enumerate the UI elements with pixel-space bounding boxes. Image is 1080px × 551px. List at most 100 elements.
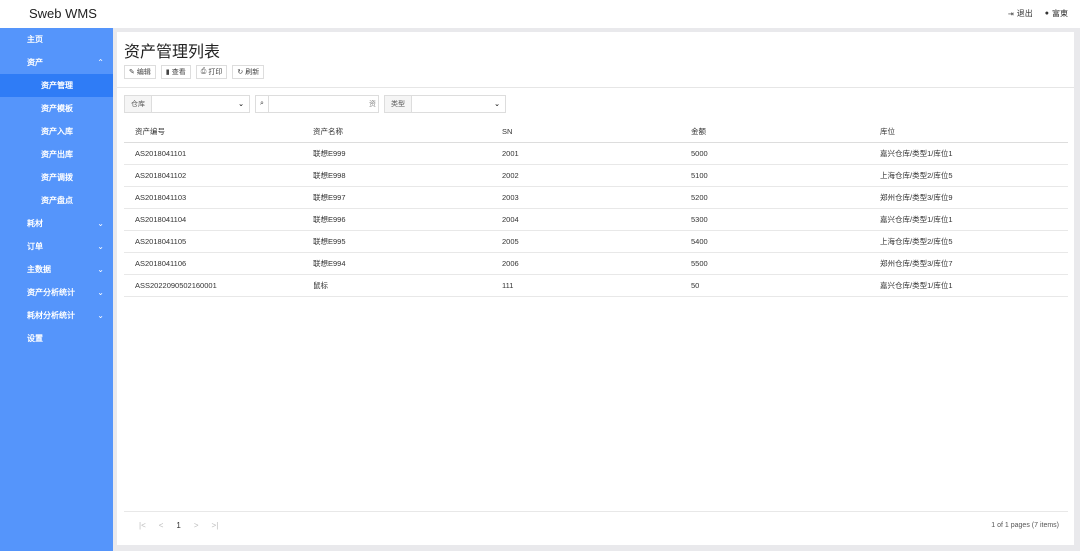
- chevron-down-icon: ⌄: [238, 101, 244, 108]
- table-row[interactable]: AS2018041103 联想E997 2003 5200 郑州仓库/类型3/库位9: [124, 187, 1068, 209]
- current-page-button[interactable]: 1: [176, 521, 180, 530]
- table-cell: AS2018041101: [135, 149, 187, 158]
- type-select[interactable]: ⌄: [412, 95, 506, 113]
- sidebar-subitem-1-0[interactable]: 资产管理: [0, 74, 113, 97]
- search-icon: ⌕: [255, 95, 269, 113]
- table-cell: 2001: [502, 149, 519, 158]
- divider: [117, 87, 1074, 88]
- button-label: 打印: [208, 69, 223, 76]
- table-cell: 郑州仓库/类型3/库位7: [880, 259, 953, 268]
- pager-divider: [124, 511, 1068, 512]
- sidebar-item-5[interactable]: 资产分析统计 ⌄: [0, 281, 113, 304]
- table-cell: AS2018041104: [135, 215, 187, 224]
- column-header[interactable]: 资产名称: [313, 126, 502, 137]
- table-cell: 5400: [691, 237, 708, 246]
- sidebar-item-label: 主页: [27, 35, 43, 44]
- sidebar-item-0[interactable]: 主页: [0, 28, 113, 51]
- refresh-button[interactable]: ↻ 刷新: [232, 65, 265, 79]
- sidebar-subitem-label: 资产入库: [41, 127, 73, 136]
- table-cell: 嘉兴仓库/类型1/库位1: [880, 215, 953, 224]
- chevron-down-icon: ⌄: [97, 219, 104, 228]
- table-row[interactable]: AS2018041106 联想E994 2006 5500 郑州仓库/类型3/库位7: [124, 253, 1068, 275]
- chevron-down-icon: ⌄: [97, 311, 104, 320]
- table-cell: 联想E994: [313, 259, 346, 268]
- chevron-down-icon: ⌄: [97, 242, 104, 251]
- sidebar-subitem-1-5[interactable]: 资产盘点: [0, 189, 113, 212]
- first-page-button[interactable]: |<: [139, 521, 146, 530]
- table-row[interactable]: AS2018041101 联想E999 2001 5000 嘉兴仓库/类型1/库位1: [124, 143, 1068, 165]
- button-label: 编辑: [136, 69, 151, 76]
- pagination: |< < 1 > >|: [139, 521, 218, 530]
- view-button[interactable]: ▮ 查看: [160, 65, 191, 79]
- column-header[interactable]: 库位: [880, 126, 1068, 137]
- sidebar-item-label: 订单: [27, 242, 43, 251]
- chevron-up-icon: ⌃: [97, 58, 104, 67]
- column-header[interactable]: 金额: [691, 126, 880, 137]
- table-cell: 上海仓库/类型2/库位5: [880, 237, 953, 246]
- app-title: Sweb WMS: [29, 6, 97, 21]
- table-cell: 2005: [502, 237, 519, 246]
- table-cell: 嘉兴仓库/类型1/库位1: [880, 149, 953, 158]
- table-cell: 联想E996: [313, 215, 346, 224]
- sidebar: 主页 资产 ⌃ 资产管理 资产模板 资产入库 资产出库 资产调拨 资产盘点 耗材 ⌄ 订单 ⌄ 主数据 ⌄ 资…: [0, 28, 113, 551]
- table-cell: 5300: [691, 215, 708, 224]
- filter-bar: 仓库 ⌄ ⌕ 资 类型 ⌄: [124, 95, 506, 113]
- sidebar-item-7[interactable]: 设置: [0, 327, 113, 350]
- sidebar-subitem-1-1[interactable]: 资产模板: [0, 97, 113, 120]
- sidebar-item-label: 资产: [27, 58, 43, 67]
- table-cell: 联想E998: [313, 171, 346, 180]
- sidebar-item-label: 耗材分析统计: [27, 311, 75, 320]
- search-value: 资: [369, 101, 376, 108]
- search-input[interactable]: 资: [269, 95, 379, 113]
- table-cell: 鼠标: [313, 281, 328, 290]
- button-label: 刷新: [245, 69, 260, 76]
- sidebar-subitem-1-3[interactable]: 资产出库: [0, 143, 113, 166]
- bookmark-icon: ▮: [165, 69, 170, 76]
- table-cell: AS2018041103: [135, 193, 187, 202]
- top-action-1[interactable]: ● 富東: [1045, 8, 1068, 19]
- table-cell: 5100: [691, 171, 708, 180]
- button-label: 查看: [171, 69, 186, 76]
- table-row[interactable]: AS2018041104 联想E996 2004 5300 嘉兴仓库/类型1/库位1: [124, 209, 1068, 231]
- chevron-down-icon: ⌄: [494, 101, 500, 108]
- sidebar-item-label: 设置: [27, 334, 43, 343]
- sidebar-item-3[interactable]: 订单 ⌄: [0, 235, 113, 258]
- sidebar-item-1[interactable]: 资产 ⌃: [0, 51, 113, 74]
- prev-page-button[interactable]: <: [159, 521, 164, 530]
- sidebar-item-4[interactable]: 主数据 ⌄: [0, 258, 113, 281]
- table-cell: 2002: [502, 171, 519, 180]
- table-cell: 联想E997: [313, 193, 346, 202]
- table-cell: 联想E995: [313, 237, 346, 246]
- sidebar-subitem-1-4[interactable]: 资产调拨: [0, 166, 113, 189]
- sidebar-subitem-1-2[interactable]: 资产入库: [0, 120, 113, 143]
- table-cell: AS2018041106: [135, 259, 187, 268]
- table-cell: ASS2022090502160001: [135, 281, 217, 290]
- table-row[interactable]: ASS2022090502160001 鼠标 111 50 嘉兴仓库/类型1/库位1: [124, 275, 1068, 297]
- top-action-0[interactable]: ⇥ 退出: [1008, 8, 1033, 19]
- asset-table: 资产编号 资产名称 SN 金额 库位 AS2018041101 联想E999 2001 5000…: [124, 121, 1068, 297]
- warehouse-select[interactable]: ⌄: [152, 95, 250, 113]
- table-cell: 5000: [691, 149, 708, 158]
- sign-out-icon: ⇥: [1007, 10, 1014, 18]
- table-cell: 2006: [502, 259, 519, 268]
- last-page-button[interactable]: >|: [212, 521, 219, 530]
- chevron-down-icon: ⌄: [97, 288, 104, 297]
- table-row[interactable]: AS2018041105 联想E995 2005 5400 上海仓库/类型2/库位5: [124, 231, 1068, 253]
- edit-button[interactable]: ✎ 编辑: [124, 65, 156, 79]
- type-label: 类型: [384, 95, 412, 113]
- warehouse-label: 仓库: [124, 95, 152, 113]
- column-header[interactable]: SN: [502, 127, 691, 136]
- sidebar-subitem-label: 资产调拨: [41, 173, 73, 182]
- print-button[interactable]: ⎙ 打印: [195, 65, 228, 79]
- sidebar-subitem-label: 资产模板: [41, 104, 73, 113]
- sidebar-item-2[interactable]: 耗材 ⌄: [0, 212, 113, 235]
- toolbar: ✎ 编辑 ▮ 查看 ⎙ 打印 ↻ 刷新: [124, 65, 265, 79]
- column-header[interactable]: 资产编号: [124, 126, 313, 137]
- next-page-button[interactable]: >: [194, 521, 199, 530]
- sidebar-subitem-label: 资产管理: [41, 81, 73, 90]
- sidebar-item-6[interactable]: 耗材分析统计 ⌄: [0, 304, 113, 327]
- table-cell: 嘉兴仓库/类型1/库位1: [880, 281, 953, 290]
- table-row[interactable]: AS2018041102 联想E998 2002 5100 上海仓库/类型2/库位5: [124, 165, 1068, 187]
- table-cell: 5500: [691, 259, 708, 268]
- edit-icon: ✎: [129, 69, 135, 76]
